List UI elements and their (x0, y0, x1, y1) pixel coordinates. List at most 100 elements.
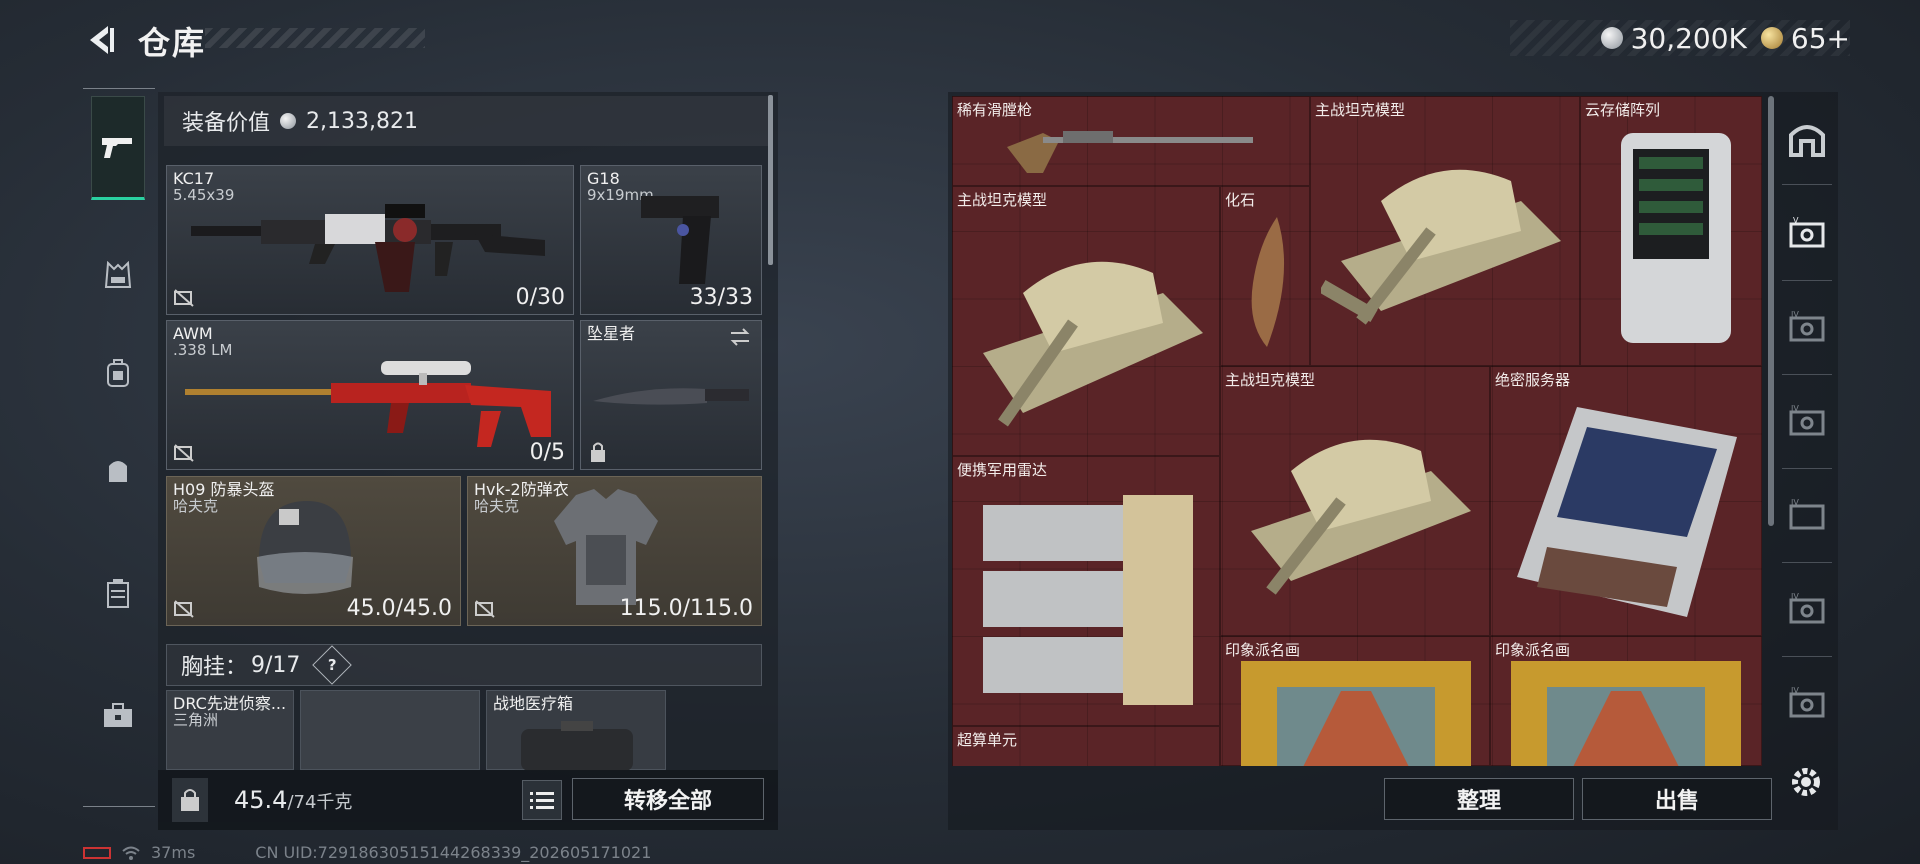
rail-item-weapons[interactable] (91, 96, 145, 200)
melee-name: 坠星者 (587, 324, 636, 343)
rail-item-toolbox[interactable] (91, 688, 145, 742)
stash-item[interactable]: 便携军用雷达 (952, 456, 1220, 726)
melee-slot[interactable]: 坠星者 (580, 320, 762, 470)
user-uid: CN UID:7291863051514426833​9_20260517102… (255, 843, 652, 862)
stash-tab-4d[interactable]: IV (1784, 586, 1830, 632)
current-weight: 45.4 (234, 786, 288, 814)
stash-tab-4[interactable]: IV (1784, 304, 1830, 350)
sidearm-slot[interactable]: G18 9x19mm 33/33 (580, 165, 762, 315)
settings-gear-icon[interactable] (1786, 762, 1826, 802)
stash-tab-4c[interactable]: IV (1784, 492, 1830, 538)
stash-tab-home[interactable] (1784, 116, 1830, 162)
stash-tab-4e[interactable]: IV (1784, 680, 1830, 726)
stash-item[interactable]: 主战坦克模型 (952, 186, 1220, 456)
helmet-brand: 哈夫克 (173, 497, 219, 515)
stash-tab-4b[interactable]: IV (1784, 398, 1830, 444)
tank-model-image (1251, 439, 1471, 595)
pistol-icon (102, 138, 132, 158)
lock-icon (591, 442, 605, 462)
case-icon (107, 579, 129, 608)
status-line: 37ms CN UID:7291863051514426833​9_202605… (83, 843, 651, 862)
currency-gold[interactable]: 65+ (1760, 21, 1850, 55)
stash-item[interactable]: 主战坦克模型 (1310, 96, 1580, 366)
storage-array-image (1621, 133, 1731, 343)
ammo-count: 0/30 (515, 285, 565, 310)
wifi-icon (122, 846, 140, 860)
equipment-value: 2,133,821 (306, 108, 418, 134)
no-insure-icon (174, 289, 194, 307)
item-name: 战地医疗箱 (493, 694, 574, 713)
stash-item[interactable]: 印象派名画 (1490, 636, 1762, 766)
rail-item-backpack[interactable] (91, 346, 145, 400)
medkit-image (521, 721, 633, 771)
stash-item[interactable]: 化石 (1220, 186, 1310, 366)
svg-text:IV: IV (1791, 404, 1799, 413)
rail-item-vest[interactable] (91, 248, 145, 302)
stash-item[interactable]: 超算单元 (952, 726, 1220, 766)
silver-amount: 30,200K (1630, 21, 1747, 55)
pouch-icon (109, 461, 127, 482)
page-title: 仓库 (138, 24, 207, 62)
durability: 45.0/45.0 (346, 596, 452, 621)
stash-tabs: V IV IV IV IV IV (1778, 92, 1836, 772)
no-insure-icon (475, 600, 495, 618)
tank-model-image (983, 261, 1203, 427)
stash-tab-5[interactable]: V (1784, 210, 1830, 256)
no-insure-icon (174, 600, 194, 618)
weapon-name: AWM (173, 324, 213, 343)
sort-button[interactable]: 整理 (1384, 778, 1574, 820)
swap-icon[interactable] (727, 327, 753, 347)
svg-text:IV: IV (1791, 310, 1799, 319)
gold-amount: 65+ (1790, 21, 1850, 55)
list-view-button[interactable] (522, 780, 562, 820)
body-armor-slot[interactable]: Hvk-2防弹衣 哈夫克 115.0/115.0 (467, 476, 762, 626)
chest-rig-empty-slot[interactable] (300, 690, 480, 770)
currency-silver[interactable]: 30,200K (1600, 21, 1747, 55)
carry-weight: 45.4/74千克 (234, 786, 352, 814)
stash-level-icon: IV (1789, 686, 1825, 718)
server-image (1517, 407, 1737, 617)
knife-image (593, 388, 749, 405)
stash-item[interactable]: 绝密服务器 (1490, 366, 1762, 636)
silver-coin-icon (1600, 27, 1623, 49)
ping: 37ms (151, 843, 196, 862)
stash-level-icon: IV (1789, 498, 1825, 530)
equipment-scrollbar[interactable] (768, 95, 773, 265)
backpack-icon (107, 359, 129, 387)
help-icon[interactable]: ? (312, 645, 353, 685)
stash-level-icon: IV (1789, 404, 1825, 436)
sell-button[interactable]: 出售 (1582, 778, 1772, 820)
weight-lock-icon[interactable] (172, 778, 208, 822)
stash-scrollbar[interactable] (1768, 96, 1774, 526)
painting-image (1511, 661, 1741, 766)
stash-item[interactable]: 云存储阵列 (1580, 96, 1762, 366)
painting-image (1241, 661, 1471, 766)
chest-rig-medkit[interactable]: 战地医疗箱 (486, 690, 666, 771)
item-brand: 三角洲 (173, 711, 219, 729)
svg-text:IV: IV (1791, 592, 1799, 601)
battery-icon (83, 846, 111, 859)
rail-item-case[interactable] (91, 566, 145, 620)
stash-level-icon: V (1789, 216, 1825, 248)
stash-home-icon (1789, 125, 1825, 157)
svg-text:IV: IV (1791, 498, 1799, 507)
durability: 115.0/115.0 (619, 596, 753, 621)
helmet-slot[interactable]: H09 防暴头盔 哈夫克 45.0/45.0 (166, 476, 461, 626)
equipment-value-bar: 装备价值 2,133,821 (164, 96, 769, 146)
stash-item[interactable]: 稀有滑膛枪 (952, 96, 1310, 186)
chest-rig-count: 9/17 (251, 652, 301, 678)
rail-item-pouch[interactable] (91, 444, 145, 498)
ammo-count: 0/5 (529, 440, 565, 465)
gold-coin-icon (1760, 27, 1783, 49)
max-weight: /74千克 (287, 792, 353, 813)
primary-weapon-slot[interactable]: KC17 5.45x39 0/30 (166, 165, 574, 315)
transfer-all-button[interactable]: 转移全部 (572, 778, 764, 820)
chest-rig-item[interactable]: DRC先进侦察... 三角洲 (166, 690, 294, 770)
category-rail (83, 88, 153, 808)
back-arrow-icon[interactable] (80, 20, 120, 60)
title-decoration (205, 28, 425, 48)
stash-item[interactable]: 印象派名画 (1220, 636, 1490, 766)
secondary-weapon-slot[interactable]: AWM .338 LM 0/5 (166, 320, 574, 470)
stash-item[interactable]: 主战坦克模型 (1220, 366, 1490, 636)
awm-rifle-image (185, 361, 551, 447)
